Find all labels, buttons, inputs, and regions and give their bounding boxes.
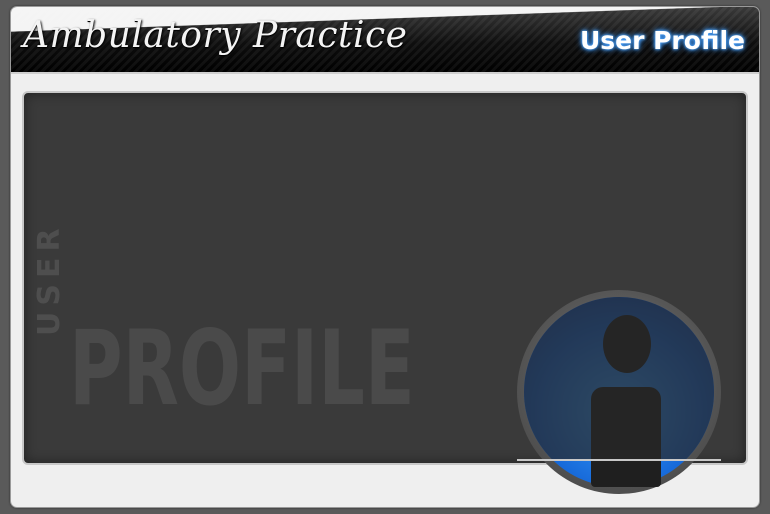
watermark-user-text: USER	[32, 222, 67, 336]
avatar-overlay	[517, 297, 721, 461]
header-bar: Ambulatory Practice User Profile	[11, 7, 759, 74]
page-title: User Profile	[579, 26, 745, 55]
app-title: Ambulatory Practice	[23, 15, 408, 56]
user-avatar	[517, 290, 721, 494]
watermark-profile-text: PROFILE	[69, 309, 415, 429]
